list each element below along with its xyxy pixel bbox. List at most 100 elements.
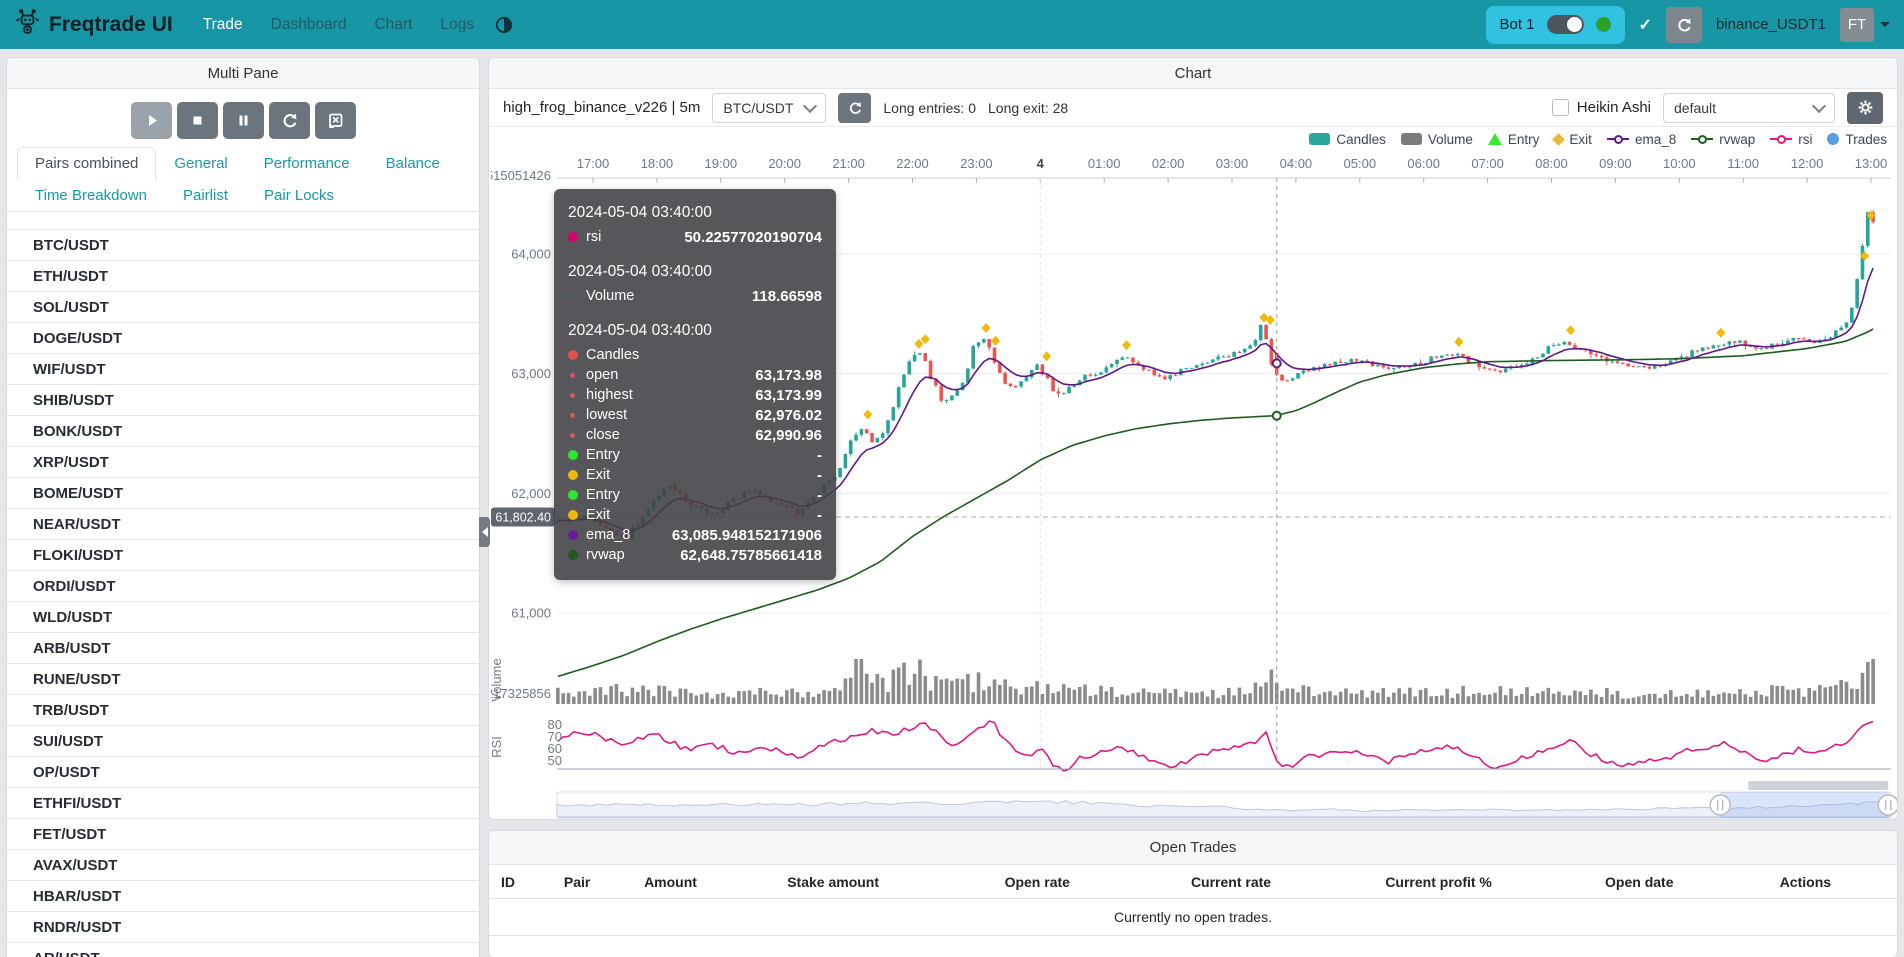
legend-item-rsi[interactable]: rsi: [1770, 132, 1812, 147]
play-button[interactable]: [131, 102, 172, 139]
column-header-current-rate[interactable]: Current rate: [1138, 874, 1325, 890]
pair-list-item[interactable]: FET/USDT: [7, 819, 479, 850]
pair-list-item[interactable]: BTC/USDT: [7, 230, 479, 261]
pair-list-item[interactable]: FLOKI/USDT: [7, 540, 479, 571]
pair-list-item[interactable]: AVAX/USDT: [7, 850, 479, 881]
pair-list-item[interactable]: TRB/USDT: [7, 695, 479, 726]
pair-list-item[interactable]: OP/USDT: [7, 757, 479, 788]
reload-button[interactable]: [269, 102, 310, 139]
navbar-right: Bot 1 ✓ binance_USDT1 FT: [1486, 6, 1891, 44]
nav-link-chart[interactable]: Chart: [374, 16, 412, 34]
column-header-id[interactable]: ID: [501, 874, 543, 890]
pair-list-item[interactable]: NEAR/USDT: [7, 509, 479, 540]
theme-toggle-icon[interactable]: [494, 15, 514, 35]
refresh-chart-button[interactable]: [838, 93, 871, 123]
exit-marker-icon: [991, 336, 1000, 346]
axis-label: 10:00: [1663, 156, 1696, 171]
axis-label: 13:00: [1855, 156, 1888, 171]
pair-list-item[interactable]: SUI/USDT: [7, 726, 479, 757]
plot-settings-button[interactable]: [1847, 92, 1883, 124]
pair-list-item[interactable]: ARB/USDT: [7, 633, 479, 664]
pair-list-item[interactable]: ORDI/USDT: [7, 571, 479, 602]
heikin-ashi-checkbox[interactable]: [1552, 99, 1569, 116]
tab-balance[interactable]: Balance: [368, 147, 458, 180]
legend-item-candles[interactable]: Candles: [1309, 132, 1386, 147]
tab-time-breakdown[interactable]: Time Breakdown: [17, 179, 165, 212]
nav-link-trade[interactable]: Trade: [203, 16, 243, 34]
column-header-pair[interactable]: Pair: [543, 874, 612, 890]
bot-selector[interactable]: Bot 1: [1486, 6, 1625, 44]
datazoom-handle[interactable]: [1710, 795, 1730, 815]
legend-item-ema_8[interactable]: ema_8: [1607, 132, 1676, 147]
column-header-open-date[interactable]: Open date: [1553, 874, 1726, 890]
pair-list-item[interactable]: WIF/USDT: [7, 354, 479, 385]
entry-swatch-icon: [1488, 133, 1502, 145]
chart-canvas[interactable]: 64,00063,00062,00061,00051505142617:0018…: [491, 151, 1897, 820]
candles-swatch-icon: [1309, 133, 1330, 145]
column-header-open-rate[interactable]: Open rate: [937, 874, 1138, 890]
legend-item-trades[interactable]: Trades: [1827, 132, 1887, 147]
chart-panel-header: Chart: [489, 58, 1897, 89]
tab-pairlist[interactable]: Pairlist: [165, 179, 246, 212]
strategy-timeframe-label: high_frog_binance_v226 | 5m: [503, 99, 700, 116]
nav-link-logs[interactable]: Logs: [440, 16, 474, 34]
pair-list-item[interactable]: BOME/USDT: [7, 478, 479, 509]
pair-list-item[interactable]: ETH/USDT: [7, 261, 479, 292]
tab-pair-locks[interactable]: Pair Locks: [246, 179, 352, 212]
axis-label: 23:00: [960, 156, 993, 171]
tab-pairs-combined[interactable]: Pairs combined: [17, 147, 156, 180]
pair-list-item[interactable]: XRP/USDT: [7, 447, 479, 478]
legend-label: Entry: [1508, 132, 1540, 147]
ema_8-swatch-icon: [1607, 138, 1629, 140]
legend-item-exit[interactable]: Exit: [1554, 132, 1592, 147]
plot-config-select[interactable]: default: [1663, 93, 1835, 123]
pair-list-item[interactable]: RUNE/USDT: [7, 664, 479, 695]
pair-list-item[interactable]: AR/USDT: [7, 943, 479, 957]
pair-list-item[interactable]: SHIB/USDT: [7, 385, 479, 416]
log-close-button[interactable]: [315, 102, 356, 139]
pair-list-item[interactable]: BONK/USDT: [7, 416, 479, 447]
reload-bot-button[interactable]: [1666, 7, 1702, 43]
legend-item-volume[interactable]: Volume: [1401, 132, 1473, 147]
column-header-current-profit-[interactable]: Current profit %: [1324, 874, 1552, 890]
pause-button[interactable]: [223, 102, 264, 139]
brand[interactable]: Freqtrade UI: [14, 8, 173, 41]
column-header-actions[interactable]: Actions: [1726, 874, 1885, 890]
axis-label: 21:00: [832, 156, 865, 171]
axis-label: 07:00: [1471, 156, 1504, 171]
tab-performance[interactable]: Performance: [246, 147, 368, 180]
rsi-swatch-icon: [1770, 138, 1792, 140]
trades-swatch-icon: [1827, 133, 1839, 145]
datazoom-handle[interactable]: [1878, 795, 1897, 815]
pair-list-item[interactable]: DOGE/USDT: [7, 323, 479, 354]
nav-link-dashboard[interactable]: Dashboard: [271, 16, 347, 34]
pair-list-item[interactable]: RNDR/USDT: [7, 912, 479, 943]
stop-button[interactable]: [177, 102, 218, 139]
pair-list-item[interactable]: HBAR/USDT: [7, 881, 479, 912]
pair-list-item[interactable]: ETHFI/USDT: [7, 788, 479, 819]
column-header-stake-amount[interactable]: Stake amount: [729, 874, 937, 890]
avatar[interactable]: FT: [1840, 8, 1874, 42]
pair-list-item[interactable]: WLD/USDT: [7, 602, 479, 633]
pair-list-item[interactable]: SOL/USDT: [7, 292, 479, 323]
axis-label: 61,000: [511, 606, 551, 621]
datazoom-drag-bar: [1748, 781, 1888, 790]
bot-online-status-icon: [1596, 17, 1611, 32]
chevron-down-icon: [1812, 99, 1826, 113]
long-entries-count: Long entries: 0: [883, 100, 976, 116]
axis-label: 20:00: [768, 156, 801, 171]
pair-select[interactable]: BTC/USDT: [712, 93, 826, 123]
tab-general[interactable]: General: [156, 147, 245, 180]
legend-item-rvwap[interactable]: rvwap: [1691, 132, 1755, 147]
column-header-amount[interactable]: Amount: [612, 874, 730, 890]
sidebar-collapse-handle[interactable]: [479, 517, 490, 547]
axis-label: 62,000: [511, 486, 551, 501]
axis-label: 11:00: [1727, 156, 1759, 171]
axis-label: 4: [1037, 156, 1045, 171]
heikin-ashi-label: Heikin Ashi: [1577, 99, 1651, 116]
exit-marker-icon: [981, 323, 990, 333]
bot-enabled-toggle[interactable]: [1547, 15, 1584, 34]
exit-marker-icon: [863, 410, 872, 420]
user-menu[interactable]: FT: [1840, 8, 1890, 42]
legend-item-entry[interactable]: Entry: [1488, 132, 1540, 147]
